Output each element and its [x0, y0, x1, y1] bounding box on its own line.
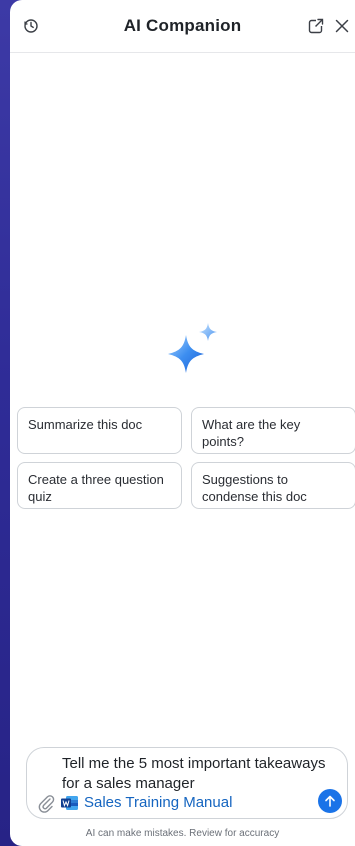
suggestion-chip[interactable]: Create a three question quiz: [17, 462, 182, 509]
history-icon[interactable]: [20, 15, 42, 37]
disclaimer-text: AI can make mistakes. Review for accurac…: [85, 828, 280, 839]
panel-title: AI Companion: [123, 16, 242, 35]
paperclip-icon[interactable]: [36, 793, 56, 813]
prompt-composer[interactable]: Tell me the 5 most important takeaways f…: [26, 747, 348, 819]
sparkle-icon: [168, 323, 217, 373]
panel-header: AI Companion: [10, 0, 355, 53]
suggestion-chip[interactable]: What are the key points?: [191, 407, 355, 454]
attached-document[interactable]: Sales Training Manual: [61, 794, 232, 811]
ai-companion-panel: AI Companion Summarize this doc What are…: [10, 0, 355, 846]
send-button[interactable]: [318, 789, 342, 813]
send-arrow-icon: [325, 795, 335, 807]
suggestion-label: Create a three question quiz: [28, 472, 164, 504]
prompt-input[interactable]: Tell me the 5 most important takeaways f…: [62, 754, 332, 794]
suggestion-chip[interactable]: Summarize this doc: [17, 407, 182, 454]
suggestion-chip[interactable]: Suggestions to condense this doc: [191, 462, 355, 509]
suggestion-label: What are the key points?: [202, 417, 301, 449]
document-link[interactable]: Sales Training Manual: [84, 794, 232, 811]
suggestion-label: Suggestions to condense this doc: [202, 472, 307, 504]
popout-icon[interactable]: [305, 15, 327, 37]
close-icon[interactable]: [331, 15, 353, 37]
word-doc-icon: [61, 795, 78, 810]
suggestion-label: Summarize this doc: [28, 417, 143, 432]
